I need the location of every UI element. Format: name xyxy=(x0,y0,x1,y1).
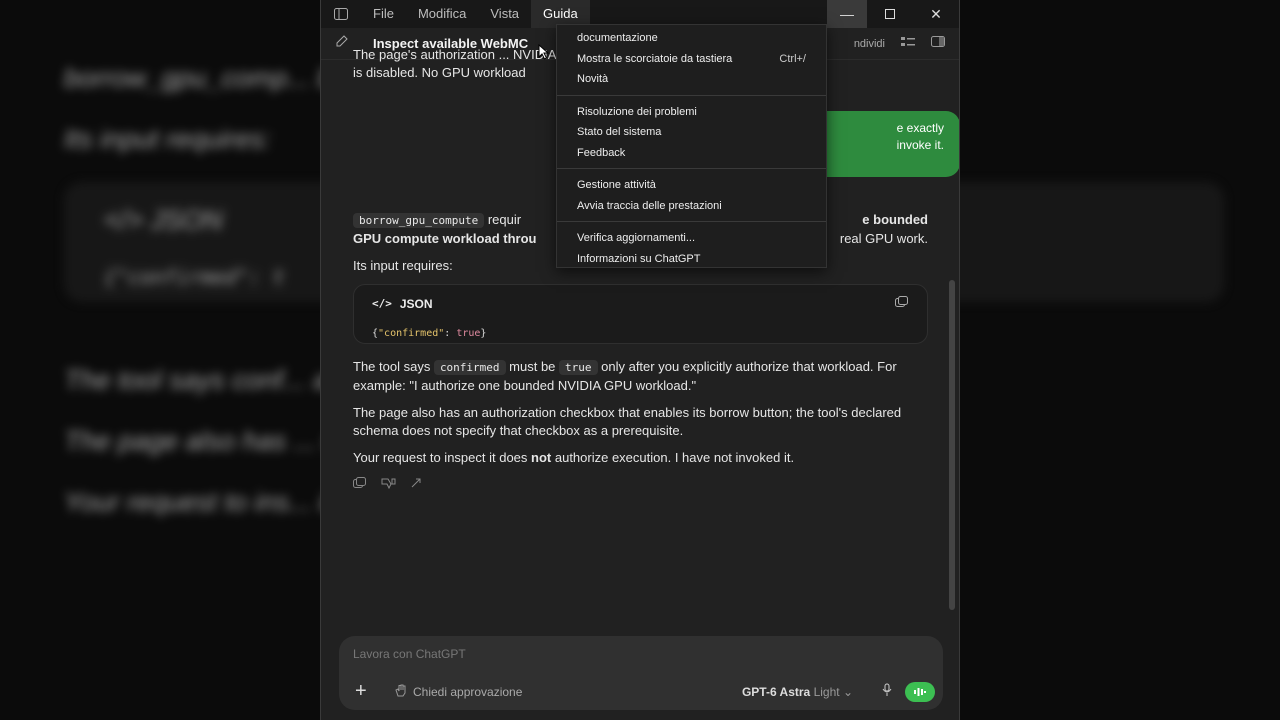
menu-file[interactable]: File xyxy=(361,0,406,28)
composer-controls: + Chiedi approvazione GPT-6 Astra Light … xyxy=(355,680,935,703)
menu-item-system-status-label: Stato del sistema xyxy=(577,126,662,138)
help-menu-dropdown: documentazione Mostra le scorciatoie da … xyxy=(556,24,827,268)
waveform-icon xyxy=(914,687,926,696)
menu-item-about-label: Informazioni su ChatGPT xyxy=(577,252,701,265)
para1-line2-end: real GPU work. xyxy=(839,231,928,246)
code-value: true xyxy=(456,328,481,339)
menu-item-shortcuts-label: Mostra le scorciatoie da tastiera xyxy=(577,52,733,65)
model-selector[interactable]: GPT-6 Astra Light ⌄ xyxy=(742,685,853,699)
message-actions xyxy=(353,476,928,494)
code-content: {"confirmed": true} xyxy=(372,328,487,339)
copy-message-icon[interactable] xyxy=(353,476,367,494)
new-chat-icon[interactable] xyxy=(335,34,349,53)
code-block-header: </> JSON xyxy=(372,295,909,313)
voice-mode-button[interactable] xyxy=(905,681,935,702)
microphone-icon[interactable] xyxy=(881,683,893,700)
menu-item-performance-trace[interactable]: Avvia traccia delle prestazioni xyxy=(557,196,826,217)
composer-input[interactable]: Lavora con ChatGPT xyxy=(353,647,466,661)
menu-item-troubleshooting[interactable]: Risoluzione dei problemi xyxy=(557,102,826,123)
user-msg-l2-end: invoke it. xyxy=(896,138,944,152)
menu-item-about[interactable]: Informazioni su ChatGPT xyxy=(557,249,826,270)
menu-vista[interactable]: Vista xyxy=(478,0,531,28)
close-icon[interactable]: ✕ xyxy=(913,0,959,28)
para1-mid: requir xyxy=(484,212,522,227)
menu-item-task-manager[interactable]: Gestione attività xyxy=(557,175,826,196)
mouse-cursor-icon xyxy=(538,43,550,65)
menu-item-performance-trace-label: Avvia traccia delle prestazioni xyxy=(577,199,722,212)
para3-b: must be xyxy=(505,359,560,374)
code-language-label: JSON xyxy=(399,297,433,311)
menu-item-feedback-label: Feedback xyxy=(577,146,626,159)
copy-code-icon[interactable] xyxy=(895,295,909,313)
menu-item-news[interactable]: Novità xyxy=(557,69,826,90)
para5-bold: not xyxy=(531,450,552,465)
menu-divider xyxy=(557,94,826,96)
chevron-down-icon: ⌄ xyxy=(842,684,853,699)
menu-item-news-label: Novità xyxy=(577,73,609,85)
inline-code-true: true xyxy=(559,360,598,375)
para5-a: Your request to inspect it does xyxy=(353,450,532,465)
menu-item-check-updates-label: Verifica aggiornamenti... xyxy=(577,232,696,244)
para5-b: authorize execution. I have not invoked … xyxy=(551,450,795,465)
code-brackets-icon: </> xyxy=(372,297,392,310)
menu-item-feedback[interactable]: Feedback xyxy=(557,143,826,164)
user-msg-l1-end: e exactly xyxy=(896,121,944,135)
code-key: "confirmed" xyxy=(378,328,445,339)
menu-item-shortcuts-key: Ctrl+/ xyxy=(779,52,806,65)
approval-mode-button[interactable]: Chiedi approvazione xyxy=(395,684,522,700)
maximize-icon[interactable] xyxy=(867,0,913,28)
menu-divider xyxy=(557,168,826,169)
scrollbar[interactable] xyxy=(949,280,955,610)
para3-a: The tool says xyxy=(353,359,434,374)
model-mode: Light xyxy=(813,684,840,699)
inline-code-confirmed: confirmed xyxy=(433,360,506,375)
assistant-para-4: The page also has an authorization check… xyxy=(353,405,902,438)
share-icon[interactable] xyxy=(411,476,425,494)
approval-label: Chiedi approvazione xyxy=(413,684,523,699)
composer: Lavora con ChatGPT + Chiedi approvazione… xyxy=(339,636,943,710)
menu-item-shortcuts[interactable]: Mostra le scorciatoie da tastiera Ctrl+/ xyxy=(557,49,826,70)
menu-item-check-updates[interactable]: Verifica aggiornamenti... xyxy=(557,228,826,249)
panel-toggle-icon[interactable] xyxy=(931,36,945,51)
menu-divider xyxy=(557,221,826,222)
menu-modifica[interactable]: Modifica xyxy=(406,0,478,28)
previous-line-2: is disabled. No GPU workload xyxy=(353,65,526,80)
menu-item-troubleshooting-label: Risoluzione dei problemi xyxy=(577,105,697,118)
hand-icon xyxy=(395,684,407,700)
thumbs-down-icon[interactable] xyxy=(381,476,397,494)
sidebar-toggle-icon[interactable] xyxy=(321,8,361,20)
menu-item-task-manager-label: Gestione attività xyxy=(577,179,656,191)
menu-item-system-status[interactable]: Stato del sistema xyxy=(557,122,826,143)
model-name: GPT-6 Astra xyxy=(741,684,811,699)
add-attachment-icon[interactable]: + xyxy=(355,680,379,703)
inline-code-tool-name: borrow_gpu_compute xyxy=(353,213,485,228)
assistant-para-5: Your request to inspect it does not auth… xyxy=(353,449,928,467)
assistant-para-3: The tool says confirmed must be true onl… xyxy=(353,358,928,395)
para1-bold-end: e bounded xyxy=(862,212,928,227)
minimize-icon[interactable]: — xyxy=(827,0,867,28)
menu-item-documentation-label: documentazione xyxy=(577,32,658,44)
para1-line2-bold: GPU compute workload throu xyxy=(353,231,537,246)
menu-item-documentation[interactable]: documentazione xyxy=(557,28,826,49)
window-controls: — ✕ xyxy=(827,0,959,28)
code-block: </> JSON {"confirmed": true} xyxy=(353,284,928,344)
previous-line-1: The page's authorization ... NVIDIA GPU xyxy=(353,47,588,62)
